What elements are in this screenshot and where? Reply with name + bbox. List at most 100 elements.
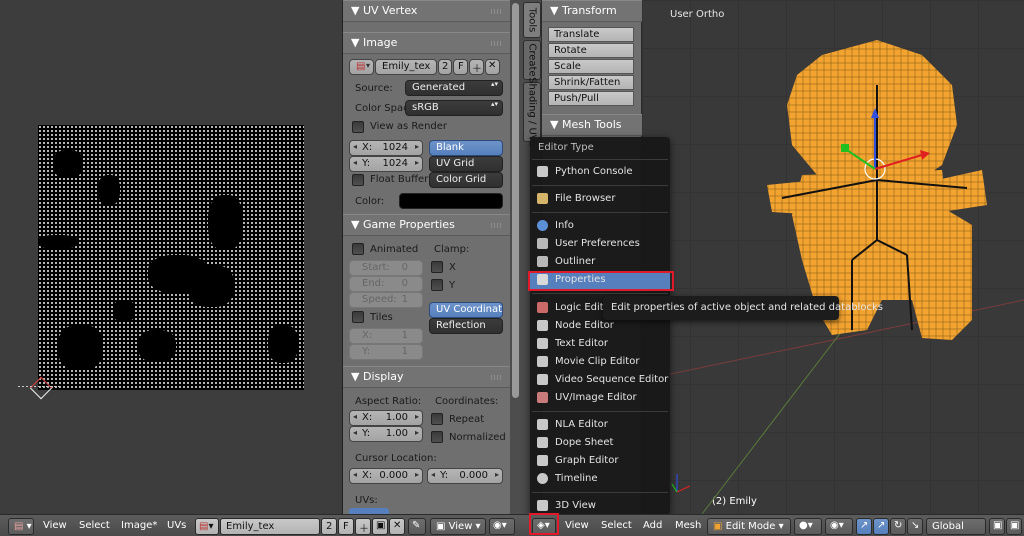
menu-item-graph-editor[interactable]: Graph Editor xyxy=(530,452,670,470)
axis-indicator-icon xyxy=(671,474,691,493)
3d-menu-select[interactable]: Select xyxy=(601,520,632,531)
uv-menu-uvs[interactable]: UVs xyxy=(167,520,186,531)
pivot-point-dropdown[interactable]: ◉▾ xyxy=(825,518,853,535)
uv-pin-button[interactable]: ✎ xyxy=(408,518,426,535)
game-properties-header[interactable]: ▼ Game Properties xyxy=(343,214,511,236)
menu-item-video-sequence-editor[interactable]: Video Sequence Editor xyxy=(530,371,670,389)
manipulator-toggle[interactable]: ↗ xyxy=(856,518,872,535)
3d-viewport[interactable]: User Ortho (2) Emily xyxy=(642,0,1024,514)
game-properties-label: Game Properties xyxy=(362,218,455,231)
uv-image-users[interactable]: 2 xyxy=(321,518,337,535)
menu-item-timeline[interactable]: Timeline xyxy=(530,470,670,488)
generated-type-uv-grid[interactable]: UV Grid xyxy=(429,156,503,172)
display-panel-header[interactable]: ▼ Display xyxy=(343,366,511,388)
repeat-checkbox[interactable] xyxy=(431,413,443,425)
mapping-reflection[interactable]: Reflection xyxy=(429,318,503,334)
2d-cursor-icon[interactable] xyxy=(18,377,62,397)
menu-item-file-browser[interactable]: File Browser xyxy=(530,190,670,208)
uv-open-image-button[interactable]: ▣ xyxy=(372,518,388,535)
menu-item-user-preferences[interactable]: User Preferences xyxy=(530,235,670,253)
image-browse-button[interactable]: ▤ ▾ xyxy=(349,59,374,75)
scale-manipulator[interactable]: ↘ xyxy=(907,518,923,535)
mapping-uv-coordinates[interactable]: UV Coordinat… xyxy=(429,302,503,318)
normalized-checkbox[interactable] xyxy=(431,431,443,443)
mode-dropdown[interactable]: ▣ Edit Mode ▾ xyxy=(707,518,791,535)
uv-vertex-panel-header[interactable]: ▼ UV Vertex xyxy=(343,0,511,22)
properties-scrollbar[interactable] xyxy=(510,0,522,514)
tab-create[interactable]: Create xyxy=(523,40,541,80)
tiles-checkbox[interactable] xyxy=(352,311,364,323)
layer-button-1[interactable]: ▣ xyxy=(989,518,1005,535)
user-preferences-icon xyxy=(537,238,548,249)
tab-tools[interactable]: Tools xyxy=(523,2,541,38)
rotate-button[interactable]: Rotate xyxy=(548,43,634,58)
menu-item-uv-image-editor[interactable]: UV/Image Editor xyxy=(530,389,670,407)
new-image-button[interactable]: ＋ xyxy=(469,59,484,75)
float-buffer-checkbox[interactable] xyxy=(352,174,364,186)
cursor-location-label: Cursor Location: xyxy=(355,453,437,464)
orientation-dropdown[interactable]: Global xyxy=(926,518,986,535)
uv-menu-select[interactable]: Select xyxy=(79,520,110,531)
3d-menu-mesh[interactable]: Mesh xyxy=(675,520,701,531)
source-dropdown[interactable]: Generated xyxy=(405,80,503,96)
image-panel-header[interactable]: ▼ Image xyxy=(343,32,511,54)
shading-dropdown[interactable]: ●▾ xyxy=(794,518,822,535)
rotate-manipulator[interactable]: ↻ xyxy=(890,518,906,535)
normalized-label: Normalized xyxy=(449,432,506,443)
image-users-count[interactable]: 2 xyxy=(438,59,452,75)
width-field[interactable]: ◂ X: 1024 ▸ xyxy=(349,140,423,156)
menu-item-text-editor[interactable]: Text Editor xyxy=(530,335,670,353)
uv-editor-type-button[interactable]: ▤ ▾ xyxy=(8,518,34,535)
menu-item-dope-sheet[interactable]: Dope Sheet xyxy=(530,434,670,452)
clamp-y-checkbox[interactable] xyxy=(431,279,443,291)
fake-user-button[interactable]: F xyxy=(453,59,468,75)
cursor-x-field[interactable]: ◂ X: 0.000 ▸ xyxy=(349,468,423,484)
animated-checkbox[interactable] xyxy=(352,243,364,255)
generated-type-color-grid[interactable]: Color Grid xyxy=(429,172,503,188)
uv-display-mode-dropdown[interactable]: ▣ View ▾ xyxy=(430,518,486,535)
tab-shading-uvs[interactable]: Shading / UVs xyxy=(523,77,541,147)
voxel-character-mesh[interactable] xyxy=(642,0,1024,514)
aspect-y-field[interactable]: ◂ Y: 1.00 ▸ xyxy=(349,426,423,442)
menu-item-info[interactable]: Info xyxy=(530,217,670,235)
translate-button[interactable]: Translate xyxy=(548,27,634,42)
3d-menu-add[interactable]: Add xyxy=(643,520,662,531)
shrink-fatten-button[interactable]: Shrink/Fatten xyxy=(548,75,634,90)
mesh-tools-panel-header[interactable]: ▼ Mesh Tools xyxy=(542,114,642,136)
cursor-y-field[interactable]: ◂ Y: 0.000 ▸ xyxy=(427,468,503,484)
color-swatch[interactable] xyxy=(399,193,503,209)
layer-button-2[interactable]: ▣ xyxy=(1006,518,1022,535)
unlink-image-button[interactable]: ✕ xyxy=(485,59,500,75)
view-as-render-checkbox[interactable] xyxy=(352,121,364,133)
solid-shading-icon: ● xyxy=(799,520,808,531)
color-space-dropdown[interactable]: sRGB xyxy=(405,100,503,116)
generated-type-blank[interactable]: Blank xyxy=(429,140,503,156)
clamp-x-checkbox[interactable] xyxy=(431,261,443,273)
uv-fake-user-button[interactable]: F xyxy=(338,518,354,535)
properties-tooltip: Edit properties of active object and rel… xyxy=(603,296,883,320)
uv-unlink-image-button[interactable]: ✕ xyxy=(389,518,405,535)
uv-menu-view[interactable]: View xyxy=(43,520,67,531)
menu-item-python-console[interactable]: Python Console xyxy=(530,163,670,181)
pivot-icon: ◉ xyxy=(830,520,839,531)
uv-new-image-button[interactable]: ＋ xyxy=(355,518,371,535)
file-browser-icon xyxy=(537,193,548,204)
uv-vertex-header-label: UV Vertex xyxy=(362,4,418,17)
transform-panel-header[interactable]: ▼ Transform xyxy=(542,0,642,22)
uv-menu-image[interactable]: Image* xyxy=(121,520,157,531)
uv-image-name-field[interactable]: Emily_tex xyxy=(220,518,320,535)
height-field[interactable]: ◂ Y: 1024 ▸ xyxy=(349,156,423,172)
image-name-field[interactable]: Emily_tex xyxy=(375,59,437,75)
push-pull-button[interactable]: Push/Pull xyxy=(548,91,634,106)
uv-pivot-dropdown[interactable]: ◉▾ xyxy=(489,518,515,535)
uv-image-editor[interactable] xyxy=(0,0,342,514)
aspect-x-field[interactable]: ◂ X: 1.00 ▸ xyxy=(349,410,423,426)
menu-item-movie-clip-editor[interactable]: Movie Clip Editor xyxy=(530,353,670,371)
menu-item-outliner[interactable]: Outliner xyxy=(530,253,670,271)
translate-manipulator[interactable]: ↗ xyxy=(873,518,889,535)
menu-item-nla-editor[interactable]: NLA Editor xyxy=(530,416,670,434)
scale-button[interactable]: Scale xyxy=(548,59,634,74)
uv-image-browse-button[interactable]: ▤▾ xyxy=(195,518,219,535)
scrollbar-thumb[interactable] xyxy=(512,3,519,398)
3d-menu-view[interactable]: View xyxy=(565,520,589,531)
